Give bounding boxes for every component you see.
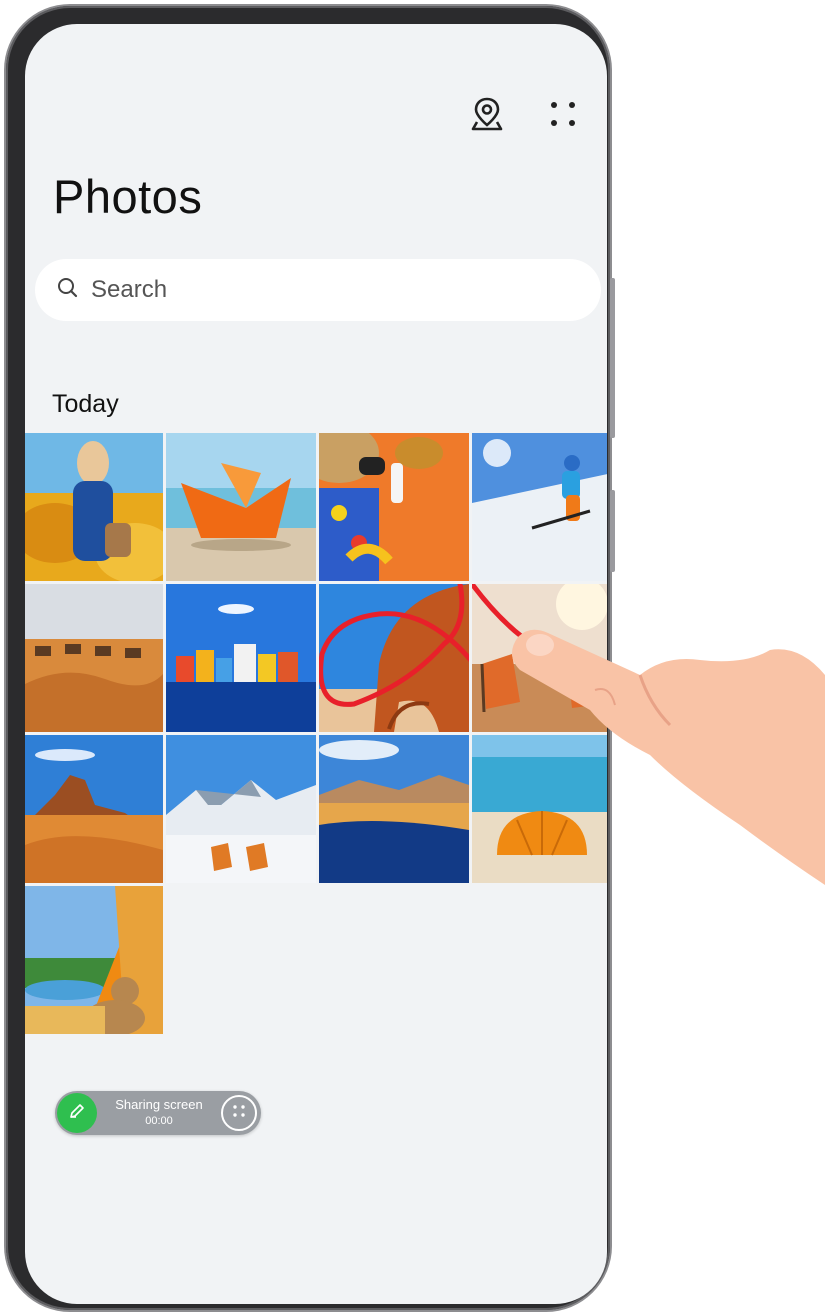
sharing-timer: 00:00 [145,1115,173,1127]
photo-tent-with-teddy-bear[interactable] [25,886,163,1034]
annotate-pen-button[interactable] [57,1093,97,1133]
pointing-hand-illustration [511,629,825,885]
photo-camel-caravan-in-desert[interactable] [25,584,163,732]
photo-paper-boat-on-beach[interactable] [166,433,316,581]
photo-desert-lake[interactable] [319,735,469,883]
photo-colorful-waterfront-houses[interactable] [166,584,316,732]
more-options-icon [232,1104,246,1123]
search-icon [57,277,79,304]
screen-sharing-indicator: Sharing screen 00:00 [55,1091,261,1135]
header-actions [469,96,581,132]
sharing-status: Sharing screen 00:00 [97,1097,221,1129]
photo-desert-rock-formation[interactable] [25,735,163,883]
more-options-icon[interactable] [545,96,581,132]
page-title: Photos [53,170,203,223]
search-placeholder: Search [91,276,168,303]
section-label: Today [52,390,119,418]
photo-woman-in-flower-field[interactable] [25,433,163,581]
sharing-label: Sharing screen [115,1097,203,1112]
power-button [610,490,615,572]
search-bar[interactable]: Search [35,259,601,321]
map-pin-icon[interactable] [469,96,505,132]
photo-snowy-mountain-loungers[interactable] [166,735,316,883]
photo-coastal-rock-arch[interactable] [319,584,469,732]
photo-beach-accessories-on-orange[interactable] [319,433,469,581]
sharing-options-button[interactable] [221,1095,257,1131]
pen-icon [68,1102,86,1125]
photo-skier-on-slope[interactable] [472,433,607,581]
volume-button [610,278,615,438]
